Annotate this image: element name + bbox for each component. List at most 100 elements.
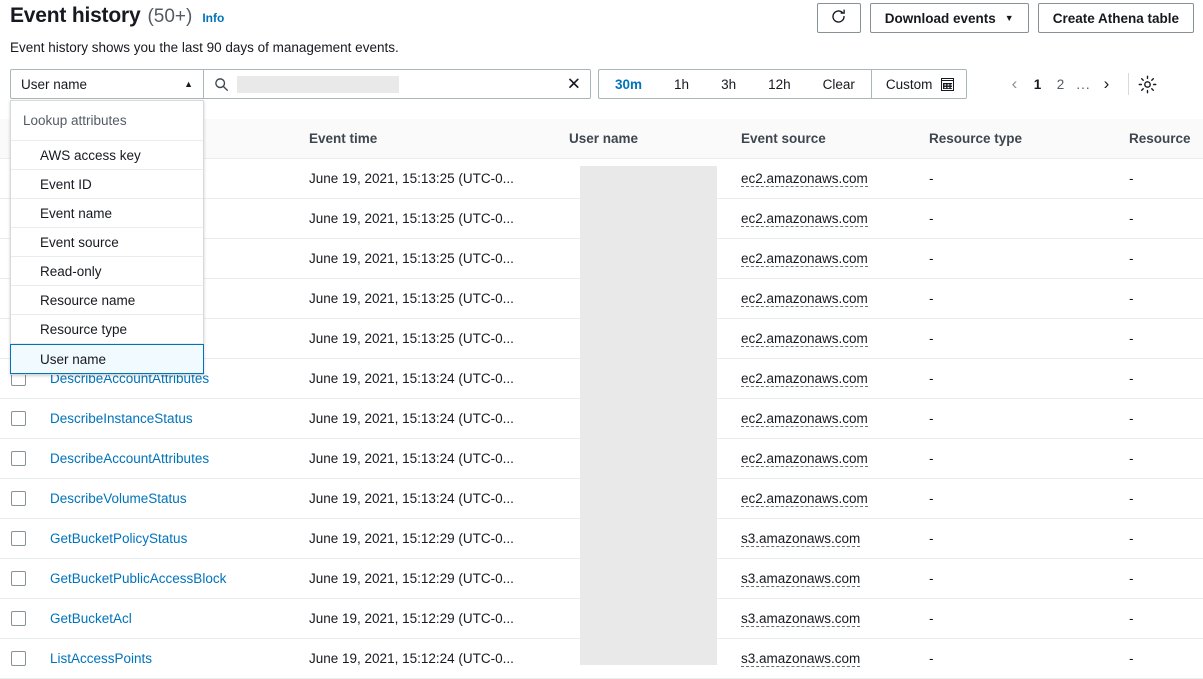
dropdown-item-resource-name[interactable]: Resource name xyxy=(11,286,203,315)
dropdown-item-read-only[interactable]: Read-only xyxy=(11,257,203,286)
time-range-12h[interactable]: 12h xyxy=(752,70,807,98)
pagination-next-button[interactable]: › xyxy=(1095,70,1118,98)
column-header-resource-type[interactable]: Resource type xyxy=(915,119,1115,159)
cell-event-source: ec2.amazonaws.com xyxy=(727,479,915,519)
dropdown-item-aws-access-key[interactable]: AWS access key xyxy=(11,141,203,170)
pagination-prev-button[interactable]: ‹ xyxy=(1003,70,1026,98)
column-header-event-time[interactable]: Event time xyxy=(295,119,555,159)
info-link[interactable]: Info xyxy=(202,11,224,25)
pagination-page-2[interactable]: 2 xyxy=(1049,70,1072,98)
dropdown-item-user-name[interactable]: User name xyxy=(10,344,204,374)
event-name-link[interactable]: DescribeAccountAttributes xyxy=(50,451,209,466)
download-events-label: Download events xyxy=(884,10,996,26)
column-header-resource-name[interactable]: Resource xyxy=(1115,119,1203,159)
time-range-3h[interactable]: 3h xyxy=(705,70,752,98)
cell-user-name xyxy=(555,439,727,479)
event-source-value: s3.amazonaws.com xyxy=(741,570,861,587)
time-range-1h[interactable]: 1h xyxy=(658,70,705,98)
row-checkbox[interactable] xyxy=(11,491,26,506)
table-row[interactable]: ListAccessPoints June 19, 2021, 15:12:24 … xyxy=(0,639,1203,679)
cell-resource-type: - xyxy=(929,331,934,346)
cell-resource-name: - xyxy=(1129,491,1134,506)
clear-search-icon[interactable]: ✕ xyxy=(567,76,581,93)
cell-user-name xyxy=(555,639,727,679)
cell-event-source: ec2.amazonaws.com xyxy=(727,439,915,479)
table-row[interactable]: DescribeInstanceStatus June 19, 2021, 15:… xyxy=(0,399,1203,439)
lookup-attribute-value: User name xyxy=(21,76,88,92)
refresh-button[interactable] xyxy=(816,3,861,33)
cell-user-name xyxy=(555,599,727,639)
row-select-cell xyxy=(0,479,36,519)
row-checkbox[interactable] xyxy=(11,611,26,626)
dropdown-item-event-source[interactable]: Event source xyxy=(11,228,203,257)
search-input-redaction xyxy=(237,75,399,93)
cell-resource-name: - xyxy=(1129,331,1134,346)
time-range-30m[interactable]: 30m xyxy=(599,70,658,98)
calendar-icon xyxy=(941,77,955,91)
row-select-cell xyxy=(0,399,36,439)
page-title-block: Event history (50+) Info xyxy=(10,4,224,28)
event-name-link[interactable]: ListAccessPoints xyxy=(50,651,152,666)
search-box[interactable]: ✕ xyxy=(204,69,591,99)
cell-event-time: June 19, 2021, 15:12:29 (UTC-0... xyxy=(309,531,514,546)
dropdown-items: AWS access key Event ID Event name Event so… xyxy=(10,141,204,374)
lookup-attribute-select[interactable]: User name ▲ xyxy=(10,69,204,99)
time-range-selector: 30m 1h 3h 12h Clear Custom xyxy=(598,69,968,99)
time-range-clear[interactable]: Clear xyxy=(807,70,871,98)
create-athena-table-label: Create Athena table xyxy=(1052,10,1179,26)
event-history-page: Event history (50+) Info Download events… xyxy=(0,0,1203,679)
cell-resource-name: - xyxy=(1129,291,1134,306)
table-row[interactable]: DescribeVolumeStatus June 19, 2021, 15:13… xyxy=(0,479,1203,519)
cell-resource-name: - xyxy=(1129,571,1134,586)
row-checkbox[interactable] xyxy=(11,651,26,666)
event-source-value: ec2.amazonaws.com xyxy=(741,330,868,347)
row-select-cell xyxy=(0,559,36,599)
cell-resource-type: - xyxy=(929,291,934,306)
cell-resource-name: - xyxy=(1129,371,1134,386)
row-checkbox[interactable] xyxy=(11,571,26,586)
event-name-link[interactable]: GetBucketPolicyStatus xyxy=(50,531,187,546)
event-source-value: ec2.amazonaws.com xyxy=(741,170,868,187)
cell-user-name xyxy=(555,559,727,599)
cell-resource-type: - xyxy=(929,531,934,546)
row-select-cell xyxy=(0,639,36,679)
column-header-user-name[interactable]: User name xyxy=(555,119,727,159)
cell-user-name xyxy=(555,319,727,359)
row-select-cell xyxy=(0,599,36,639)
dropdown-item-resource-type[interactable]: Resource type xyxy=(11,315,203,344)
cell-event-source: s3.amazonaws.com xyxy=(727,639,915,679)
table-row[interactable]: GetBucketPublicAccessBlock June 19, 2021,… xyxy=(0,559,1203,599)
cell-event-name: GetBucketAcl xyxy=(36,599,295,639)
table-row[interactable]: DescribeAccountAttributes June 19, 2021, … xyxy=(0,439,1203,479)
dropdown-item-event-id[interactable]: Event ID xyxy=(11,170,203,199)
event-name-link[interactable]: GetBucketPublicAccessBlock xyxy=(50,571,226,586)
row-checkbox[interactable] xyxy=(11,451,26,466)
event-source-value: ec2.amazonaws.com xyxy=(741,210,868,227)
search-input[interactable] xyxy=(399,75,580,93)
create-athena-table-button[interactable]: Create Athena table xyxy=(1037,3,1194,33)
page-header: Event history (50+) Info Download events… xyxy=(0,0,1203,55)
cell-event-name: DescribeVolumeStatus xyxy=(36,479,295,519)
cell-event-time: June 19, 2021, 15:12:29 (UTC-0... xyxy=(309,611,514,626)
cell-user-name xyxy=(555,199,727,239)
time-range-custom[interactable]: Custom xyxy=(872,70,967,98)
event-name-link[interactable]: DescribeVolumeStatus xyxy=(50,491,187,506)
cell-resource-type: - xyxy=(929,451,934,466)
download-events-button[interactable]: Download events ▼ xyxy=(869,3,1029,33)
pagination-page-1[interactable]: 1 xyxy=(1026,70,1049,98)
cell-resource-name: - xyxy=(1129,531,1134,546)
table-row[interactable]: GetBucketPolicyStatus June 19, 2021, 15:1… xyxy=(0,519,1203,559)
event-name-link[interactable]: GetBucketAcl xyxy=(50,611,132,626)
table-row[interactable]: GetBucketAcl June 19, 2021, 15:12:29 (UTC… xyxy=(0,599,1203,639)
gear-icon[interactable] xyxy=(1137,74,1158,95)
chevron-up-icon: ▲ xyxy=(184,79,193,89)
row-checkbox[interactable] xyxy=(11,531,26,546)
row-checkbox[interactable] xyxy=(11,411,26,426)
cell-event-time: June 19, 2021, 15:13:24 (UTC-0... xyxy=(309,451,514,466)
cell-event-source: ec2.amazonaws.com xyxy=(727,399,915,439)
dropdown-item-event-name[interactable]: Event name xyxy=(11,199,203,228)
event-name-link[interactable]: DescribeInstanceStatus xyxy=(50,411,193,426)
column-header-event-source[interactable]: Event source xyxy=(727,119,915,159)
cell-resource-type: - xyxy=(929,491,934,506)
cell-event-time: June 19, 2021, 15:12:24 (UTC-0... xyxy=(309,651,514,666)
